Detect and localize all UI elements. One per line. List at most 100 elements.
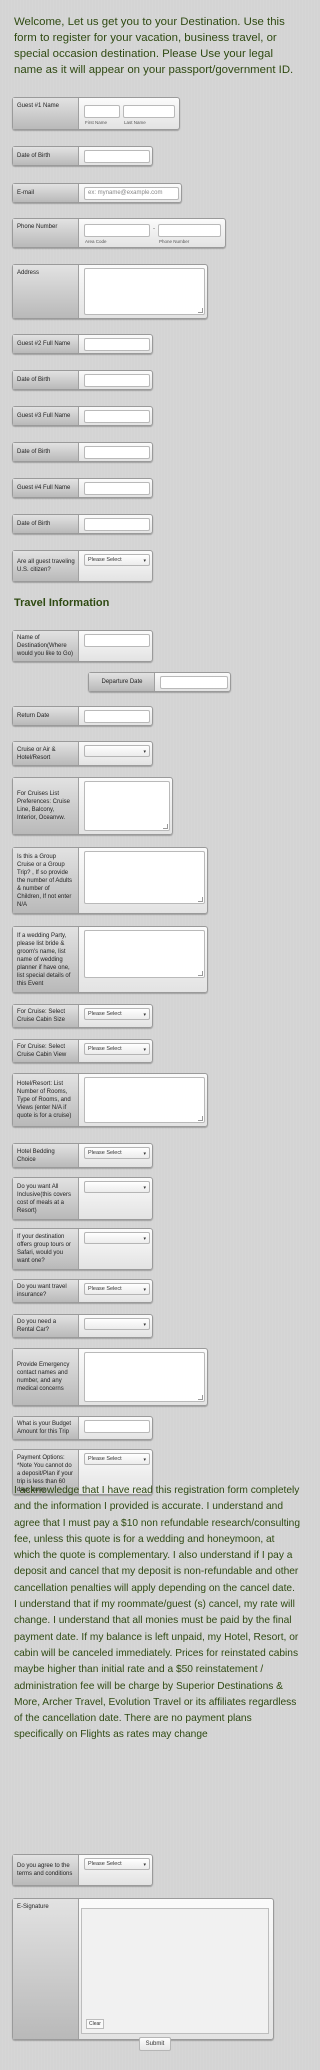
insurance-select[interactable]: Please Select ▾: [84, 1283, 150, 1295]
guest4-label: Guest #4 Full Name: [13, 479, 79, 497]
guest2-row: Guest #2 Full Name: [12, 334, 153, 354]
cruise-prefs-textarea[interactable]: [84, 781, 170, 831]
budget-input[interactable]: [84, 1420, 150, 1433]
agree-select-value: Please Select: [88, 1861, 122, 1867]
first-name-input[interactable]: [84, 105, 120, 118]
tours-select[interactable]: ▾: [84, 1232, 150, 1244]
payment-select-value: Please Select: [88, 1456, 122, 1462]
agree-row: Do you agree to the terms and conditions…: [12, 1854, 153, 1886]
last-name-input[interactable]: [123, 105, 175, 118]
area-code-input[interactable]: [84, 224, 150, 237]
rental-select[interactable]: ▾: [84, 1318, 150, 1330]
payment-select[interactable]: Please Select ▾: [84, 1453, 150, 1465]
cabin-size-select[interactable]: Please Select ▾: [84, 1008, 150, 1020]
dob1-row: Date of Birth: [12, 146, 153, 166]
insurance-row: Do you want travel insurance? Please Sel…: [12, 1279, 153, 1303]
email-input[interactable]: ex: myname@example.com: [84, 187, 179, 200]
email-label: E-mail: [13, 184, 79, 202]
intro-text: Welcome, Let us get you to your Destinat…: [14, 16, 294, 76]
guest3-label: Guest #3 Full Name: [13, 407, 79, 425]
cruise-air-label: Cruise or Air & Hotel/Resort: [13, 742, 79, 765]
insurance-label: Do you want travel insurance?: [13, 1280, 79, 1302]
guest2-input[interactable]: [84, 338, 150, 351]
address-textarea[interactable]: [84, 268, 205, 315]
us-citizen-select-value: Please Select: [88, 557, 122, 563]
group-row: Is this a Group Cruise or a Group Trip? …: [12, 847, 208, 914]
dob3-label: Date of Birth: [13, 443, 79, 461]
guest4-row: Guest #4 Full Name: [12, 478, 153, 498]
travel-section-title: Travel Information: [14, 597, 110, 609]
address-row: Address: [12, 264, 208, 319]
guest1-name-row: Guest #1 Name First Name Last Name: [12, 97, 180, 130]
phone-label: Phone Number: [13, 219, 79, 247]
return-label: Return Date: [13, 707, 79, 725]
rental-row: Do you need a Rental Car? ▾: [12, 1314, 153, 1338]
hotel-rooms-textarea[interactable]: [84, 1077, 205, 1123]
return-row: Return Date: [12, 706, 153, 726]
guest3-input[interactable]: [84, 410, 150, 423]
phone-number-input[interactable]: [158, 224, 221, 237]
dob1-input[interactable]: [84, 150, 150, 163]
destination-row: Name of Destination(Where would you like…: [12, 630, 153, 662]
phone-row: Phone Number - Area Code Phone Number: [12, 218, 226, 248]
dob4-row: Date of Birth: [12, 514, 153, 534]
first-name-sublabel: First Name: [85, 120, 108, 125]
cabin-size-label: For Cruise: Select Cruise Cabin Size: [13, 1005, 79, 1027]
us-citizen-row: Are all guest traveling U.S. citizen? Pl…: [12, 550, 153, 582]
all-inclusive-label: Do you want All Inclusive(this covers co…: [13, 1178, 79, 1219]
departure-input[interactable]: [160, 676, 228, 689]
clear-signature-button[interactable]: Clear: [86, 2019, 104, 2029]
group-label: Is this a Group Cruise or a Group Trip? …: [13, 848, 79, 913]
last-name-sublabel: Last Name: [124, 120, 146, 125]
tours-row: If your destination offers group tours o…: [12, 1228, 153, 1270]
cabin-size-row: For Cruise: Select Cruise Cabin Size Ple…: [12, 1004, 153, 1028]
guest2-label: Guest #2 Full Name: [13, 335, 79, 353]
phone-number-sublabel: Phone Number: [159, 239, 190, 244]
guest1-name-label: Guest #1 Name: [13, 98, 79, 129]
cabin-size-select-value: Please Select: [88, 1011, 122, 1017]
rental-label: Do you need a Rental Car?: [13, 1315, 79, 1337]
wedding-textarea[interactable]: [84, 930, 205, 978]
chevron-down-icon: ▾: [143, 1457, 146, 1463]
chevron-down-icon: ▾: [143, 1185, 146, 1191]
destination-label: Name of Destination(Where would you like…: [13, 631, 79, 661]
tours-label: If your destination offers group tours o…: [13, 1229, 79, 1269]
signature-label: E-Signature: [13, 1899, 79, 2039]
dob3-input[interactable]: [84, 446, 150, 459]
departure-row: Departure Date: [88, 672, 231, 692]
cruise-air-row: Cruise or Air & Hotel/Resort ▾: [12, 741, 153, 766]
cruise-air-select[interactable]: ▾: [84, 745, 150, 757]
chevron-down-icon: ▾: [143, 1287, 146, 1293]
agree-select[interactable]: Please Select ▾: [84, 1858, 150, 1870]
cabin-view-label: For Cruise: Select Cruise Cabin View: [13, 1040, 79, 1062]
bedding-select[interactable]: Please Select ▾: [84, 1147, 150, 1159]
bedding-row: Hotel Bedding Choice Please Select ▾: [12, 1143, 153, 1168]
destination-input[interactable]: [84, 634, 150, 647]
wedding-label: If a wedding Party, please list bride & …: [13, 927, 79, 992]
dob4-input[interactable]: [84, 518, 150, 531]
dob2-input[interactable]: [84, 374, 150, 387]
bedding-select-value: Please Select: [88, 1150, 122, 1156]
chevron-down-icon: ▾: [143, 1322, 146, 1328]
signature-pad[interactable]: Clear: [81, 1908, 269, 2034]
guest4-input[interactable]: [84, 482, 150, 495]
hotel-rooms-label: Hotel/Resort: List Number of Rooms, Type…: [13, 1074, 79, 1126]
emergency-textarea[interactable]: [84, 1352, 205, 1402]
us-citizen-select[interactable]: Please Select ▾: [84, 554, 150, 566]
chevron-down-icon: ▾: [143, 1236, 146, 1242]
budget-label: What is your Budget Amount for this Trip: [13, 1417, 79, 1439]
chevron-down-icon: ▾: [143, 1012, 146, 1018]
emergency-row: Provide Emergency contact names and numb…: [12, 1348, 208, 1406]
cruise-prefs-row: For Cruises List Preferences: Cruise Lin…: [12, 777, 173, 835]
return-input[interactable]: [84, 710, 150, 723]
chevron-down-icon: ▾: [143, 749, 146, 755]
budget-row: What is your Budget Amount for this Trip: [12, 1416, 153, 1440]
group-textarea[interactable]: [84, 851, 205, 904]
all-inclusive-select[interactable]: ▾: [84, 1181, 150, 1193]
cabin-view-select[interactable]: Please Select ▾: [84, 1043, 150, 1055]
submit-button[interactable]: Submit: [139, 2037, 171, 2051]
chevron-down-icon: ▾: [143, 1151, 146, 1157]
hotel-rooms-row: Hotel/Resort: List Number of Rooms, Type…: [12, 1073, 208, 1127]
emergency-label: Provide Emergency contact names and numb…: [13, 1349, 79, 1405]
chevron-down-icon: ▾: [143, 558, 146, 564]
